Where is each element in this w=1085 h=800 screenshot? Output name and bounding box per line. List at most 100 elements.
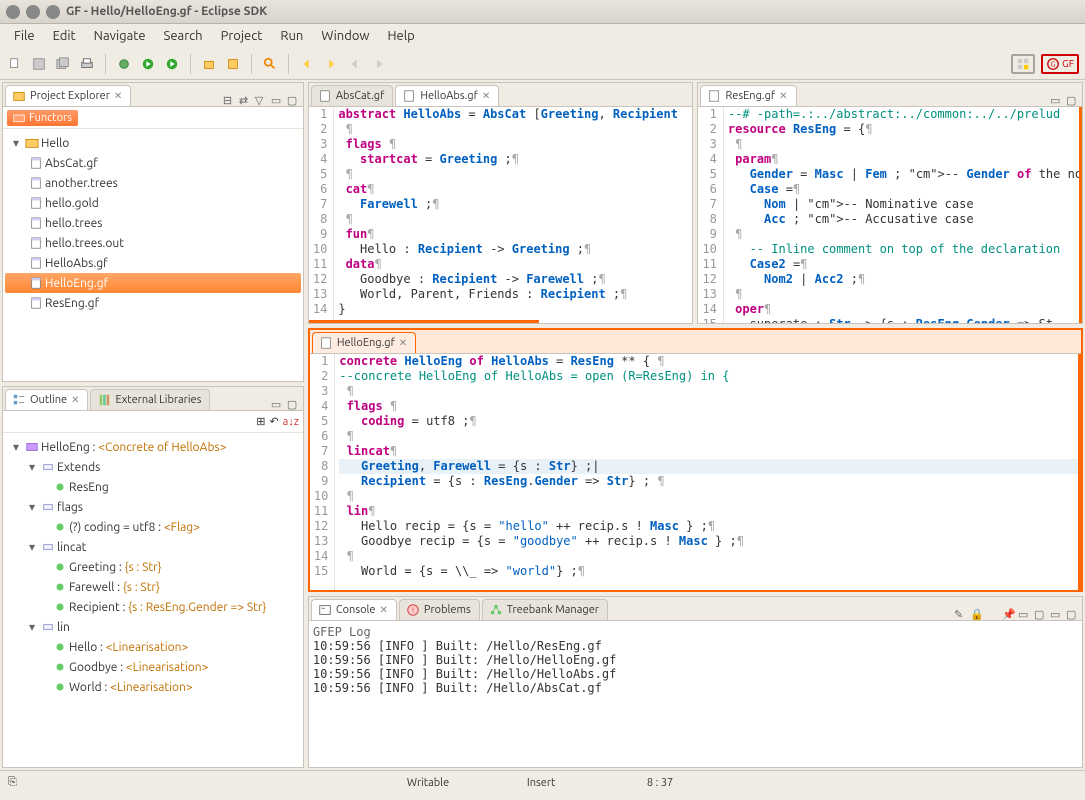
maximize-view-icon[interactable]: ▢ (287, 398, 299, 410)
pin-console-icon[interactable]: 📌 (1002, 608, 1014, 620)
save-icon[interactable] (30, 55, 48, 73)
gf-perspective-button[interactable]: G GF (1041, 54, 1079, 74)
file-item[interactable]: AbsCat.gf (5, 153, 301, 173)
editor-tab-reseng[interactable]: ResEng.gf ✕ (700, 85, 796, 106)
close-icon[interactable] (6, 5, 20, 19)
debug-icon[interactable] (115, 55, 133, 73)
outline-tab[interactable]: Outline ✕ (5, 389, 88, 410)
print-icon[interactable] (78, 55, 96, 73)
collapse-all-icon[interactable]: ⊟ (223, 94, 235, 106)
close-icon[interactable]: ✕ (380, 604, 388, 616)
editor-reseng[interactable]: 123456789101112131415 --# -path=.:../abs… (698, 107, 1082, 323)
editor-tab-helloabs[interactable]: HelloAbs.gf ✕ (395, 85, 499, 106)
outline-item[interactable]: Farewell : {s : Str} (5, 577, 301, 597)
problems-tab[interactable]: ! Problems (399, 599, 480, 620)
close-icon[interactable]: ✕ (114, 90, 122, 102)
open-perspective-button[interactable] (1011, 54, 1035, 74)
nav-fwd-icon[interactable] (322, 55, 340, 73)
new-icon[interactable] (6, 55, 24, 73)
outline-item[interactable]: Hello : <Linearisation> (5, 637, 301, 657)
close-icon[interactable]: ✕ (779, 90, 787, 102)
functors-folder[interactable]: Functors (7, 110, 78, 126)
nav-prev-icon[interactable] (346, 55, 364, 73)
file-item[interactable]: HelloAbs.gf (5, 253, 301, 273)
run-last-icon[interactable] (163, 55, 181, 73)
outline-group[interactable]: ▾ flags (5, 497, 301, 517)
sort-icon[interactable]: a↓z (283, 416, 299, 428)
file-item[interactable]: HelloEng.gf (5, 273, 301, 293)
editor-helloeng[interactable]: 123456789101112131415 concrete HelloEng … (310, 354, 1081, 590)
view-menu-icon[interactable]: ▽ (255, 94, 267, 106)
status-indicator-icon[interactable]: ⎘ (8, 776, 17, 789)
file-icon (29, 256, 43, 270)
treebank-tab[interactable]: Treebank Manager (482, 599, 608, 620)
main-toolbar: G GF (0, 48, 1085, 80)
save-all-icon[interactable] (54, 55, 72, 73)
close-icon[interactable]: ✕ (482, 90, 490, 102)
link-editor-icon[interactable]: ⇄ (239, 94, 251, 106)
external-libs-tab[interactable]: External Libraries (90, 389, 210, 410)
item-icon (53, 640, 67, 654)
file-item[interactable]: hello.gold (5, 193, 301, 213)
menu-help[interactable]: Help (380, 27, 423, 45)
maximize-view-icon[interactable]: ▢ (287, 94, 299, 106)
outline-tree[interactable]: ▾ HelloEng : <Concrete of HelloAbs> ▾ Ex… (3, 433, 303, 767)
editor-helloabs[interactable]: 1234567891011121314 abstract HelloAbs = … (309, 107, 693, 323)
outline-item[interactable]: World : <Linearisation> (5, 677, 301, 697)
project-root[interactable]: ▾ Hello (5, 133, 301, 153)
minimize-view-icon[interactable]: ▭ (271, 398, 283, 410)
scroll-lock-icon[interactable]: 🔒 (970, 608, 982, 620)
minimize-view-icon[interactable]: ▭ (1050, 94, 1062, 106)
file-label: HelloAbs.gf (45, 257, 108, 270)
menu-run[interactable]: Run (272, 27, 311, 45)
maximize-view-icon[interactable]: ▢ (1066, 608, 1078, 620)
outline-header[interactable]: ▾ HelloEng : <Concrete of HelloAbs> (5, 437, 301, 457)
menu-file[interactable]: File (6, 27, 43, 45)
file-item[interactable]: hello.trees.out (5, 233, 301, 253)
nav-back-icon[interactable] (298, 55, 316, 73)
outline-group[interactable]: ▾ Extends (5, 457, 301, 477)
minimize-view-icon[interactable]: ▭ (1050, 608, 1062, 620)
outline-group[interactable]: ▾ lin (5, 617, 301, 637)
editor-tab-helloeng[interactable]: HelloEng.gf ✕ (312, 332, 416, 353)
console-body[interactable]: GFEP Log 10:59:56 [INFO ] Built: /Hello/… (309, 621, 1082, 767)
open-type-icon[interactable] (200, 55, 218, 73)
close-icon[interactable]: ✕ (71, 394, 79, 406)
menu-search[interactable]: Search (156, 27, 211, 45)
project-explorer-tree[interactable]: ▾ Hello AbsCat.gf another.trees hello.go… (3, 129, 303, 381)
outline-item[interactable]: Recipient : {s : ResEng.Gender => Str} (5, 597, 301, 617)
outline-item[interactable]: Goodbye : <Linearisation> (5, 657, 301, 677)
clear-console-icon[interactable]: ✎ (954, 608, 966, 620)
console-tab[interactable]: Console ✕ (311, 599, 397, 620)
maximize-view-icon[interactable]: ▢ (1066, 94, 1078, 106)
tab-label: Console (336, 604, 376, 616)
collapse-icon[interactable]: ↶ (269, 415, 278, 428)
run-icon[interactable] (139, 55, 157, 73)
open-task-icon[interactable] (224, 55, 242, 73)
outline-item[interactable]: Greeting : {s : Str} (5, 557, 301, 577)
maximize-icon[interactable] (46, 5, 60, 19)
close-icon[interactable]: ✕ (399, 337, 407, 349)
focus-icon[interactable]: ⊞ (256, 415, 265, 428)
file-item[interactable]: another.trees (5, 173, 301, 193)
menu-window[interactable]: Window (313, 27, 377, 45)
menu-project[interactable]: Project (213, 27, 271, 45)
file-item[interactable]: hello.trees (5, 213, 301, 233)
outline-item[interactable]: ResEng (5, 477, 301, 497)
minimize-view-icon[interactable]: ▭ (271, 94, 283, 106)
svg-text:!: ! (412, 607, 414, 615)
open-console-icon[interactable]: ▢ (1034, 608, 1046, 620)
minimize-icon[interactable] (26, 5, 40, 19)
search-icon[interactable] (261, 55, 279, 73)
outline-group[interactable]: ▾ lincat (5, 537, 301, 557)
nav-next-icon[interactable] (370, 55, 388, 73)
outline-item[interactable]: (?) coding = utf8 : <Flag> (5, 517, 301, 537)
console-icon (318, 603, 332, 617)
project-explorer-tab[interactable]: Project Explorer ✕ (5, 85, 131, 106)
menu-edit[interactable]: Edit (45, 27, 84, 45)
file-item[interactable]: ResEng.gf (5, 293, 301, 313)
display-console-icon[interactable]: ▭ (1018, 608, 1030, 620)
explorer-icon (12, 89, 26, 103)
editor-tab-abscat[interactable]: AbsCat.gf (311, 85, 393, 106)
menu-navigate[interactable]: Navigate (86, 27, 154, 45)
